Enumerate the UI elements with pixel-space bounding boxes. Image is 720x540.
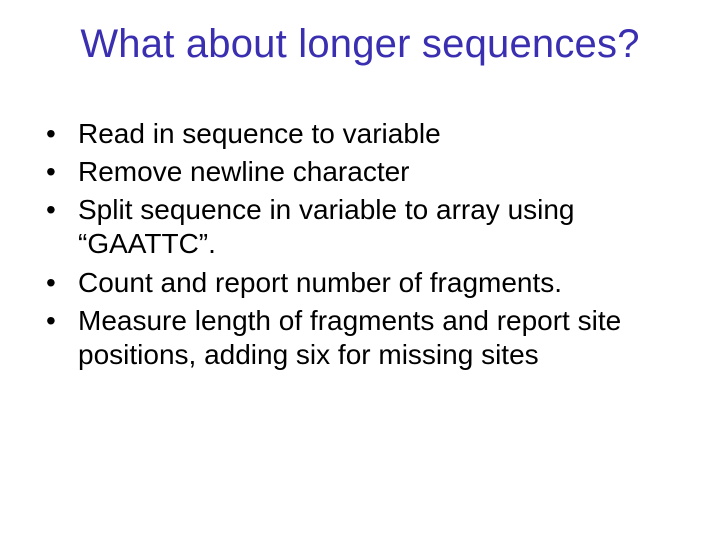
slide: What about longer sequences? Read in seq… xyxy=(0,0,720,540)
list-item: Split sequence in variable to array usin… xyxy=(38,193,680,261)
bullet-list: Read in sequence to variable Remove newl… xyxy=(30,117,690,372)
list-item: Measure length of fragments and report s… xyxy=(38,304,680,372)
list-item: Read in sequence to variable xyxy=(38,117,680,151)
slide-title: What about longer sequences? xyxy=(30,22,690,67)
list-item: Remove newline character xyxy=(38,155,680,189)
list-item: Count and report number of fragments. xyxy=(38,266,680,300)
